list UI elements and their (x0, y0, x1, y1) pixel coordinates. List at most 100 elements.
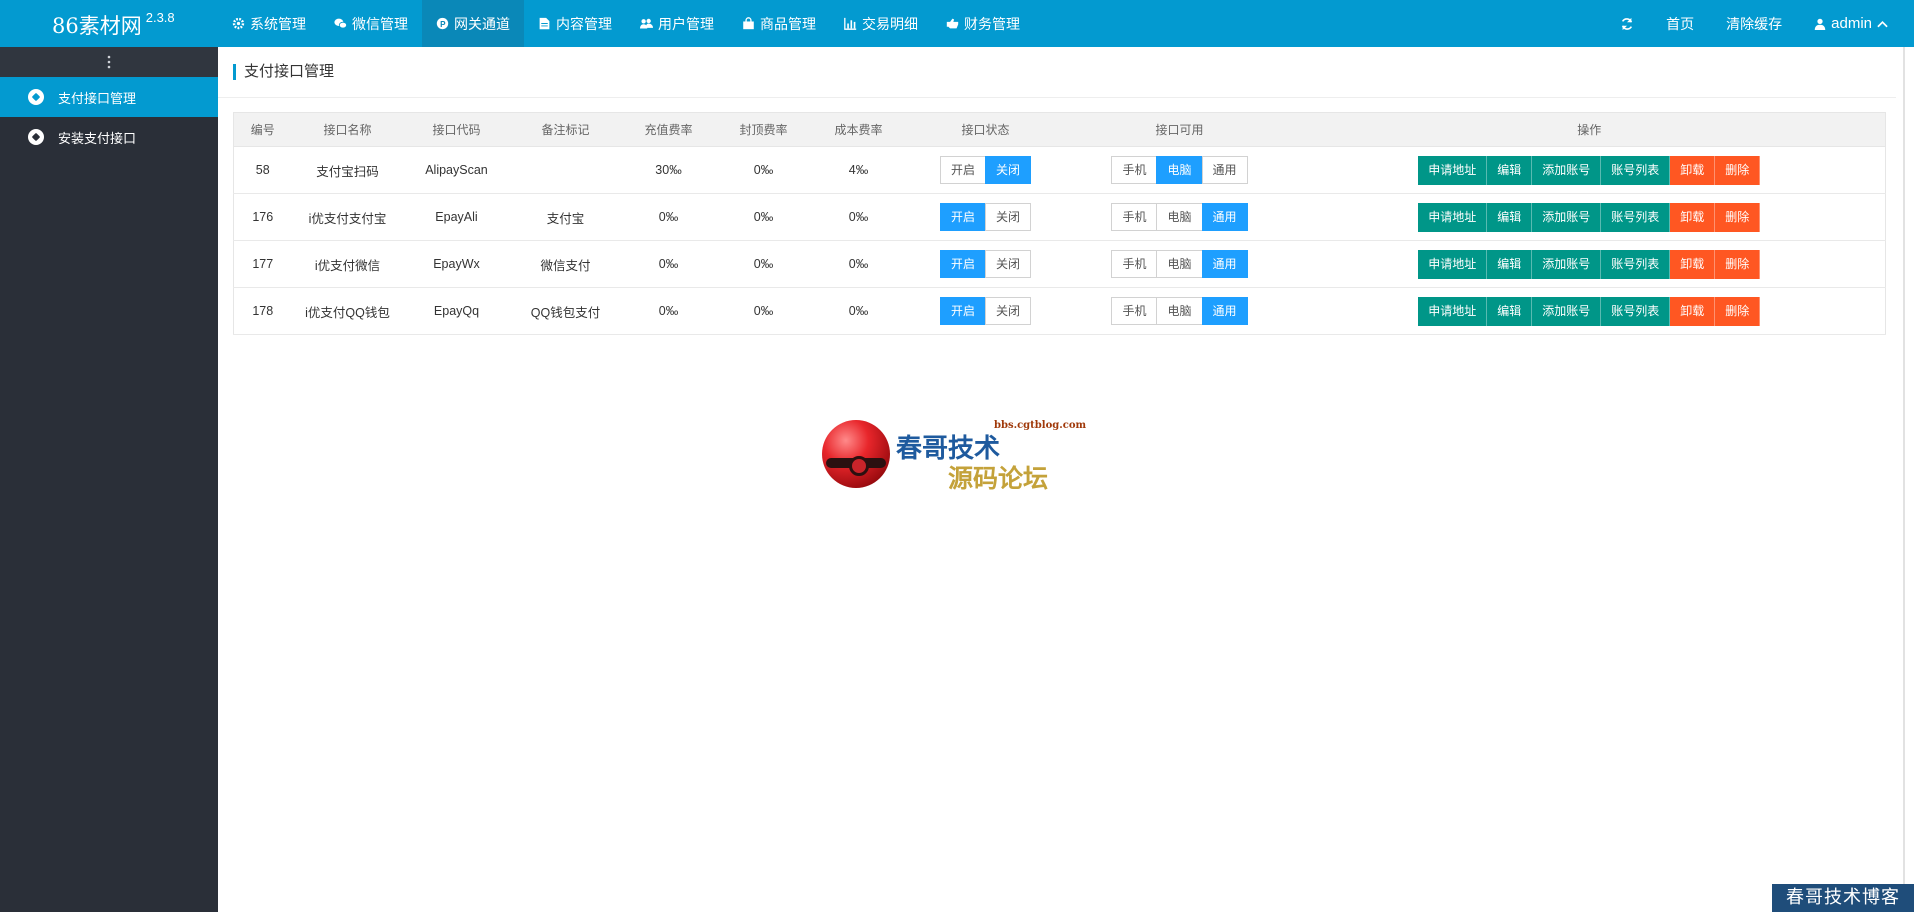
cell-cost-rate: 0‰ (811, 287, 906, 335)
uninstall-button[interactable]: 卸载 (1670, 296, 1716, 326)
cell-cap-rate: 0‰ (715, 287, 812, 335)
availability-toggle: 手机 电脑 通用 (1111, 250, 1248, 278)
nav-label: 财务管理 (964, 15, 1020, 32)
apply-address-button[interactable]: 申请地址 (1418, 155, 1488, 185)
sidebar-toggle[interactable] (0, 47, 218, 77)
nav-system[interactable]: 系统管理 (218, 0, 320, 47)
column-header: 充值费率 (621, 112, 716, 147)
avail-mobile-button[interactable]: 手机 (1111, 156, 1158, 184)
delete-button[interactable]: 删除 (1715, 296, 1761, 326)
status-off-button[interactable]: 关闭 (985, 250, 1032, 278)
cell-id: 178 (233, 287, 292, 335)
cell-status: 开启 关闭 (905, 287, 1066, 335)
clear-cache-link[interactable]: 清除缓存 (1710, 14, 1798, 34)
nav-products[interactable]: 商品管理 (728, 0, 830, 47)
action-group: 申请地址 编辑 添加账号 账号列表 卸载 删除 (1418, 202, 1761, 232)
column-header: 成本费率 (811, 112, 906, 147)
edit-button[interactable]: 编辑 (1487, 296, 1533, 326)
avail-universal-button[interactable]: 通用 (1201, 250, 1248, 278)
nav-label: 商品管理 (760, 15, 816, 32)
avail-mobile-button[interactable]: 手机 (1111, 203, 1158, 231)
document-icon (539, 17, 550, 30)
add-account-button[interactable]: 添加账号 (1532, 249, 1602, 279)
cell-code: EpayAli (403, 193, 510, 241)
watermark-url: bbs.cgtblog.com (994, 420, 1087, 431)
edit-button[interactable]: 编辑 (1487, 202, 1533, 232)
uninstall-button[interactable]: 卸载 (1670, 155, 1716, 185)
avail-pc-button[interactable]: 电脑 (1156, 156, 1203, 184)
column-header: 封顶费率 (715, 112, 812, 147)
users-icon (640, 18, 653, 29)
scrollbar-track[interactable] (1903, 47, 1905, 912)
top-nav: 系统管理 微信管理 P 网关通道 内容管理 用户管理 商品管理 交易明细 财务管 (218, 0, 1034, 47)
brand-name: 86素材网 (52, 14, 142, 38)
home-link[interactable]: 首页 (1650, 14, 1710, 34)
nav-content[interactable]: 内容管理 (524, 0, 626, 47)
cell-actions: 申请地址 编辑 添加账号 账号列表 卸载 删除 (1293, 287, 1886, 335)
add-account-button[interactable]: 添加账号 (1532, 202, 1602, 232)
action-group: 申请地址 编辑 添加账号 账号列表 卸载 删除 (1418, 155, 1761, 185)
status-on-button[interactable]: 开启 (939, 156, 986, 184)
nav-wechat[interactable]: 微信管理 (320, 0, 422, 47)
sidebar-item-install-interface[interactable]: 安装支付接口 (0, 117, 218, 157)
cell-cost-rate: 4‰ (811, 146, 906, 194)
nav-gateway[interactable]: P 网关通道 (422, 0, 524, 47)
brand-logo[interactable]: 86素材网 2.3.8 (52, 10, 175, 40)
account-list-button[interactable]: 账号列表 (1601, 155, 1671, 185)
avail-universal-button[interactable]: 通用 (1201, 156, 1248, 184)
nav-label: 微信管理 (352, 15, 408, 32)
status-off-button[interactable]: 关闭 (985, 203, 1032, 231)
status-off-button[interactable]: 关闭 (985, 156, 1032, 184)
column-header: 接口代码 (403, 112, 510, 147)
apply-address-button[interactable]: 申请地址 (1418, 296, 1488, 326)
wechat-icon (334, 18, 347, 29)
apply-address-button[interactable]: 申请地址 (1418, 249, 1488, 279)
nav-users[interactable]: 用户管理 (626, 0, 728, 47)
version-badge: 2.3.8 (145, 10, 175, 25)
sidebar: 支付接口管理 安装支付接口 (0, 47, 218, 912)
uninstall-button[interactable]: 卸载 (1670, 249, 1716, 279)
cell-availability: 手机 电脑 通用 (1065, 240, 1294, 288)
nav-transactions[interactable]: 交易明细 (830, 0, 932, 47)
cell-cost-rate: 0‰ (811, 193, 906, 241)
avail-pc-button[interactable]: 电脑 (1156, 250, 1203, 278)
avail-mobile-button[interactable]: 手机 (1111, 297, 1158, 325)
nav-label: 交易明细 (862, 15, 918, 32)
status-off-button[interactable]: 关闭 (985, 297, 1032, 325)
header-right: 首页 清除缓存 admin (1604, 0, 1914, 47)
edit-button[interactable]: 编辑 (1487, 249, 1533, 279)
table-body: 58 支付宝扫码 AlipayScan 30‰ 0‰ 4‰ 开启 关闭 手机 电脑通… (233, 146, 1886, 335)
payment-interface-table: 编号 接口名称 接口代码 备注标记 充值费率 封顶费率 成本费率 接口状态 接口… (233, 112, 1886, 335)
cell-cost-rate: 0‰ (811, 240, 906, 288)
sidebar-item-payment-interfaces[interactable]: 支付接口管理 (0, 77, 218, 117)
account-list-button[interactable]: 账号列表 (1601, 249, 1671, 279)
refresh-button[interactable] (1604, 17, 1650, 31)
cell-actions: 申请地址 编辑 添加账号 账号列表 卸载 删除 (1293, 146, 1886, 194)
apply-address-button[interactable]: 申请地址 (1418, 202, 1488, 232)
status-toggle: 开启 关闭 (939, 250, 1032, 278)
avail-universal-button[interactable]: 通用 (1201, 297, 1248, 325)
sidebar-item-label: 支付接口管理 (58, 90, 137, 106)
delete-button[interactable]: 删除 (1715, 249, 1761, 279)
account-list-button[interactable]: 账号列表 (1601, 202, 1671, 232)
uninstall-button[interactable]: 卸载 (1670, 202, 1716, 232)
add-account-button[interactable]: 添加账号 (1532, 296, 1602, 326)
status-on-button[interactable]: 开启 (939, 203, 986, 231)
status-on-button[interactable]: 开启 (939, 250, 986, 278)
availability-toggle: 手机 电脑 通用 (1111, 203, 1248, 231)
cell-code: EpayQq (403, 287, 510, 335)
avail-mobile-button[interactable]: 手机 (1111, 250, 1158, 278)
status-on-button[interactable]: 开启 (939, 297, 986, 325)
user-menu[interactable]: admin (1798, 15, 1914, 32)
add-account-button[interactable]: 添加账号 (1532, 155, 1602, 185)
avail-pc-button[interactable]: 电脑 (1156, 203, 1203, 231)
delete-button[interactable]: 删除 (1715, 155, 1761, 185)
action-group: 申请地址 编辑 添加账号 账号列表 卸载 删除 (1418, 296, 1761, 326)
edit-button[interactable]: 编辑 (1487, 155, 1533, 185)
account-list-button[interactable]: 账号列表 (1601, 296, 1671, 326)
svg-text:P: P (440, 20, 446, 29)
avail-universal-button[interactable]: 通用 (1201, 203, 1248, 231)
nav-finance[interactable]: 财务管理 (932, 0, 1034, 47)
avail-pc-button[interactable]: 电脑 (1156, 297, 1203, 325)
delete-button[interactable]: 删除 (1715, 202, 1761, 232)
